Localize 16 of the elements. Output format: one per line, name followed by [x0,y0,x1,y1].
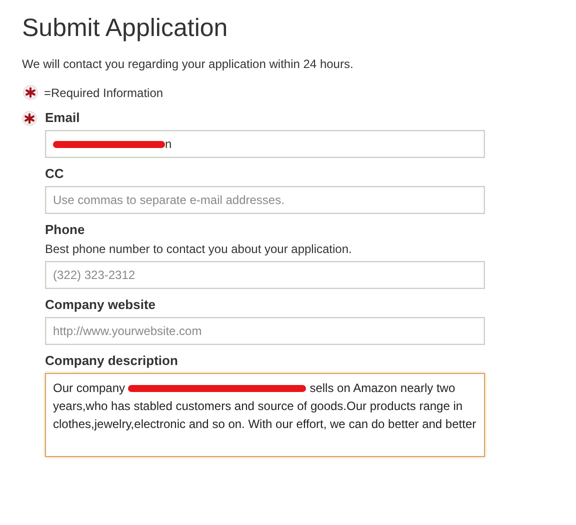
field-label: Email [45,110,81,125]
required-icon [23,85,38,100]
required-icon [22,111,37,126]
description-field[interactable]: Our company sells on Amazon nearly two years,who has stabled customers and source of goods.Our products range in clothes,jewelry,electronic and so on. With our effort, we can do better and better [45,373,485,457]
field-label: Phone [45,222,86,237]
field-label: CC [45,166,65,181]
field-label: Company website [45,297,157,312]
page-title: Submit Application [22,14,229,43]
required-note: =Required Information [44,86,164,100]
input-field[interactable]: (322) 323-2312 [45,261,485,289]
intro-text: We will contact you regarding your application within 24 hours. [22,57,354,71]
field-label: Company description [45,353,179,368]
input-field[interactable]: n [45,130,485,158]
field-hint: Best phone number to contact you about your application. [45,242,353,256]
input-field[interactable]: http://www.yourwebsite.com [45,317,485,345]
input-field[interactable]: Use commas to separate e-mail addresses. [45,186,485,214]
